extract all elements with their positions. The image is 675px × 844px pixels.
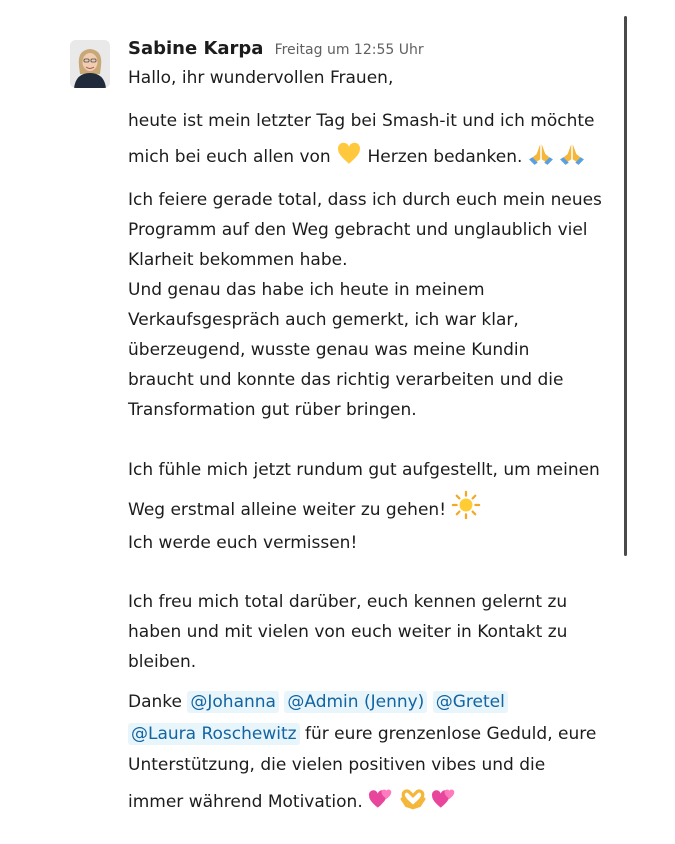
text-line: Programm auf den Weg gebracht und unglau… xyxy=(128,220,588,240)
text-line: überzeugend, wusste genau was meine Kund… xyxy=(128,340,530,360)
text-segment: immer während Motivation. xyxy=(128,792,363,812)
text-line: mich bei euch allen von Herzen bedanken. xyxy=(128,141,585,167)
avatar[interactable] xyxy=(70,40,110,88)
text-segment: für eure grenzenlose Geduld, eure xyxy=(304,724,597,744)
mention-gretel[interactable]: @Gretel xyxy=(432,691,508,713)
message: Sabine Karpa Freitag um 12:55 Uhr Hallo,… xyxy=(0,0,675,844)
text-line: Danke @Johanna @Admin (Jenny) @Gretel xyxy=(128,691,508,713)
timestamp[interactable]: Freitag um 12:55 Uhr xyxy=(275,42,424,58)
text-segment: Herzen bedanken. xyxy=(367,147,523,167)
folded-hands-icon xyxy=(560,144,585,165)
text-line: @Laura Roschewitz für eure grenzenlose G… xyxy=(128,723,597,745)
two-hearts-icon xyxy=(369,789,392,808)
text-line: bleiben. xyxy=(128,652,197,672)
text-line: heute ist mein letzter Tag bei Smash-it … xyxy=(128,111,595,131)
text-segment: Weg erstmal alleine weiter zu gehen! xyxy=(128,500,447,520)
text-segment: Danke xyxy=(128,692,182,712)
text-line: Ich feiere gerade total, dass ich durch … xyxy=(128,190,602,210)
text-line: Ich fühle mich jetzt rundum gut aufgeste… xyxy=(128,460,600,480)
text-line: Klarheit bekommen habe. xyxy=(128,250,348,270)
text-line: Weg erstmal alleine weiter zu gehen! xyxy=(128,490,481,520)
mention-laura-roschewitz[interactable]: @Laura Roschewitz xyxy=(128,723,300,745)
text-segment: mich bei euch allen von xyxy=(128,147,331,167)
text-line: Ich werde euch vermissen! xyxy=(128,533,358,553)
greeting: Hallo, ihr wundervollen Frauen, xyxy=(128,68,394,88)
mention-johanna[interactable]: @Johanna xyxy=(187,691,279,713)
avatar-image xyxy=(70,40,110,88)
text-line: Ich freu mich total darüber, euch kennen… xyxy=(128,592,568,612)
mention-admin-jenny[interactable]: @Admin (Jenny) xyxy=(284,691,428,713)
sun-icon xyxy=(452,490,481,520)
yellow-heart-icon xyxy=(338,142,361,164)
two-hearts-icon xyxy=(431,789,455,808)
heart-hands-icon xyxy=(400,789,426,810)
scrollbar[interactable] xyxy=(624,16,627,556)
text-line: immer während Motivation. xyxy=(128,786,457,812)
text-line: Und genau das habe ich heute in meinem xyxy=(128,280,485,300)
text-line: haben und mit vielen von euch weiter in … xyxy=(128,622,568,642)
text-line: Verkaufsgespräch auch gemerkt, ich war k… xyxy=(128,310,519,330)
text-line: Transformation gut rüber bringen. xyxy=(128,400,417,420)
text-line: braucht und konnte das richtig verarbeit… xyxy=(128,370,564,390)
author-name[interactable]: Sabine Karpa xyxy=(128,38,263,59)
folded-hands-icon xyxy=(528,144,553,165)
message-header: Sabine Karpa Freitag um 12:55 Uhr xyxy=(128,38,424,59)
text-line: Unterstützung, die vielen positiven vibe… xyxy=(128,755,546,775)
